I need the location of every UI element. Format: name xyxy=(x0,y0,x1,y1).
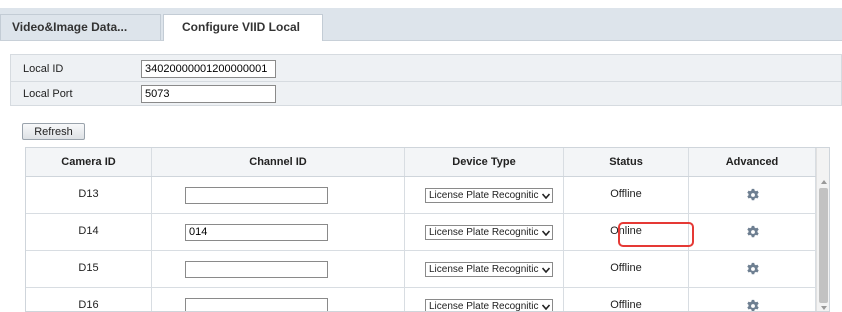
scroll-thumb[interactable] xyxy=(819,188,828,303)
local-port-label: Local Port xyxy=(23,88,73,100)
local-id-label: Local ID xyxy=(23,63,64,75)
header-camera-id: Camera ID xyxy=(26,148,152,176)
gear-icon[interactable] xyxy=(746,188,760,202)
device-type-select[interactable]: License Plate Recognitic xyxy=(425,225,553,240)
header-advanced: Advanced xyxy=(689,148,816,176)
header-channel-id: Channel ID xyxy=(152,148,405,176)
tab-configure-viid-local[interactable]: Configure VIID Local xyxy=(163,14,323,41)
local-id-row: Local ID xyxy=(11,57,841,82)
channel-id-input[interactable] xyxy=(185,224,328,241)
table-row: D13 License Plate Recognitic Offline xyxy=(26,177,816,214)
table-row: D14 License Plate Recognitic Online xyxy=(26,214,816,251)
camera-id-cell: D13 xyxy=(78,188,99,200)
table-row: D16 License Plate Recognitic Offline xyxy=(26,288,816,312)
camera-table: Camera ID Channel ID Device Type Status … xyxy=(25,147,830,312)
chevron-down-icon xyxy=(542,193,550,199)
table-scrollbar[interactable] xyxy=(816,148,829,311)
status-highlight-outline xyxy=(618,222,694,247)
local-id-input[interactable] xyxy=(141,60,276,78)
chevron-down-icon xyxy=(542,230,550,236)
device-type-value: License Plate Recognitic xyxy=(429,301,539,312)
local-settings-panel: Local ID Local Port xyxy=(10,54,842,106)
device-type-select[interactable]: License Plate Recognitic xyxy=(425,262,553,277)
device-type-value: License Plate Recognitic xyxy=(429,190,539,201)
table-row: D15 License Plate Recognitic Offline xyxy=(26,251,816,288)
camera-id-cell: D16 xyxy=(78,299,99,311)
camera-id-cell: D14 xyxy=(78,225,99,237)
channel-id-input[interactable] xyxy=(185,298,328,311)
local-port-row: Local Port xyxy=(11,82,841,106)
channel-id-input[interactable] xyxy=(185,261,328,278)
chevron-down-icon xyxy=(542,267,550,273)
device-type-value: License Plate Recognitic xyxy=(429,264,539,275)
gear-icon[interactable] xyxy=(746,299,760,312)
scroll-up-arrow-icon[interactable] xyxy=(821,180,827,184)
chevron-down-icon xyxy=(542,304,550,310)
status-cell: Offline xyxy=(610,299,642,311)
tab-bar: Video&Image Data... Configure VIID Local xyxy=(0,8,842,41)
camera-id-cell: D15 xyxy=(78,262,99,274)
gear-icon[interactable] xyxy=(746,225,760,239)
channel-id-input[interactable] xyxy=(185,187,328,204)
device-type-select[interactable]: License Plate Recognitic xyxy=(425,188,553,203)
gear-icon[interactable] xyxy=(746,262,760,276)
header-status: Status xyxy=(564,148,689,176)
status-cell: Offline xyxy=(610,188,642,200)
header-device-type: Device Type xyxy=(405,148,564,176)
status-cell: Offline xyxy=(610,262,642,274)
scroll-down-arrow-icon[interactable] xyxy=(821,306,827,310)
device-type-value: License Plate Recognitic xyxy=(429,227,539,238)
refresh-button[interactable]: Refresh xyxy=(22,123,85,140)
tab-video-image-data[interactable]: Video&Image Data... xyxy=(0,14,161,40)
table-header: Camera ID Channel ID Device Type Status … xyxy=(26,148,816,177)
local-port-input[interactable] xyxy=(141,85,276,103)
device-type-select[interactable]: License Plate Recognitic xyxy=(425,299,553,312)
